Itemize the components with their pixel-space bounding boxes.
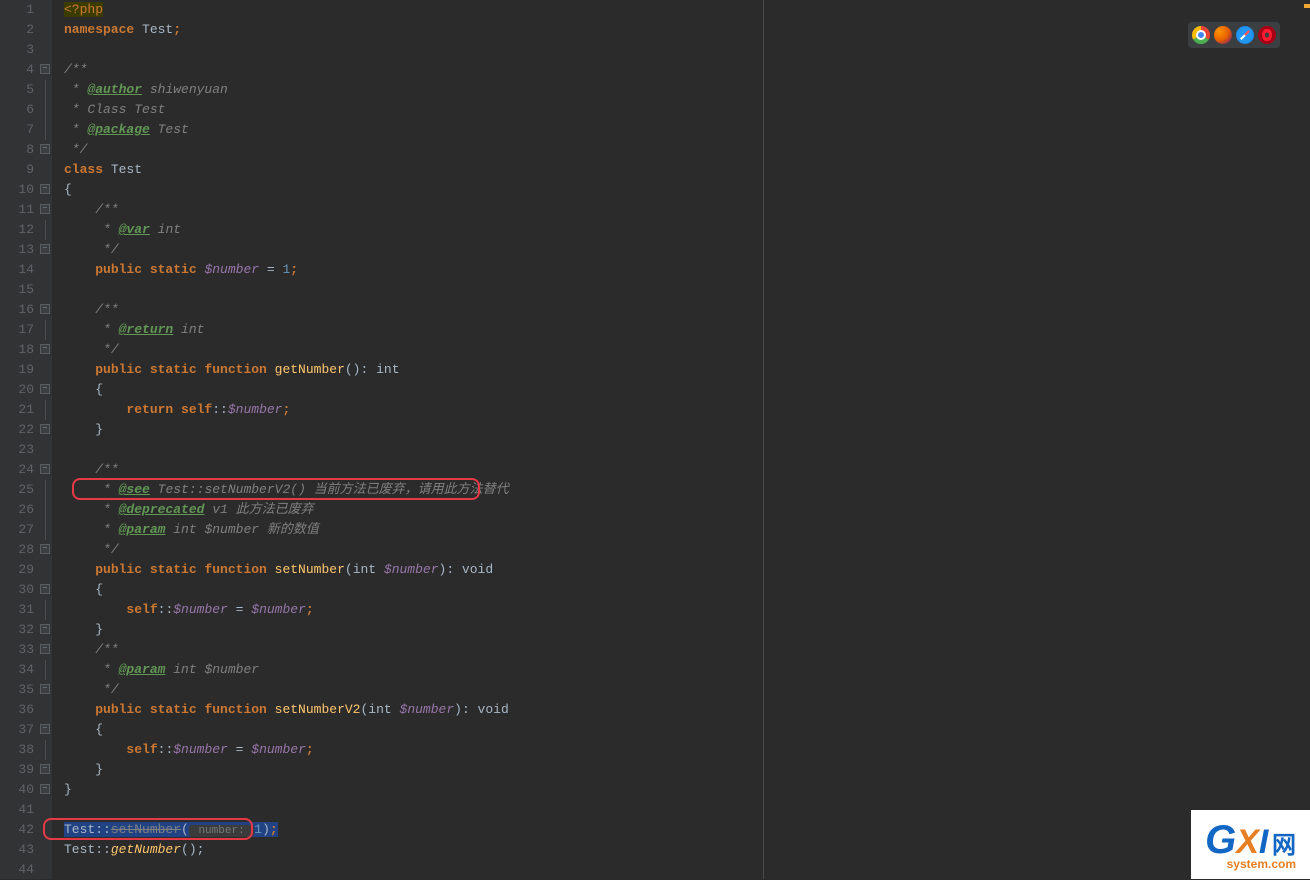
fold-icon[interactable]: − [40, 304, 50, 314]
opera-icon[interactable] [1258, 26, 1276, 44]
fold-icon[interactable]: − [40, 464, 50, 474]
code-line[interactable]: public static $number = 1; [64, 260, 763, 280]
code-line[interactable]: } [64, 420, 763, 440]
code-line[interactable]: { [64, 180, 763, 200]
code-line[interactable]: <?php [64, 0, 763, 20]
code-line[interactable] [64, 280, 763, 300]
code-line[interactable]: public static function setNumberV2(int $… [64, 700, 763, 720]
code-line[interactable]: public static function setNumber(int $nu… [64, 560, 763, 580]
code-line[interactable] [64, 800, 763, 820]
code-line[interactable]: * @return int [64, 320, 763, 340]
code-line[interactable]: Test::setNumber( number: 1); [64, 820, 763, 840]
code-line[interactable]: self::$number = $number; [64, 600, 763, 620]
code-line[interactable]: /** [64, 460, 763, 480]
code-line[interactable]: /** [64, 60, 763, 80]
code-line[interactable]: /** [64, 300, 763, 320]
code-line[interactable]: * @var int [64, 220, 763, 240]
code-line[interactable]: namespace Test; [64, 20, 763, 40]
minimap-warning-marker[interactable] [1304, 4, 1310, 8]
code-line[interactable]: Test::getNumber(); [64, 840, 763, 860]
fold-icon[interactable]: − [40, 64, 50, 74]
line-gutter: 1 2 3 4− 5 6 7 8− 9 10− 11− 12 13− 14 15… [0, 0, 52, 879]
fold-icon[interactable]: − [40, 644, 50, 654]
code-line[interactable]: } [64, 760, 763, 780]
code-line[interactable]: */ [64, 140, 763, 160]
code-area[interactable]: <?php namespace Test; /** * @author shiw… [52, 0, 1310, 879]
code-line[interactable]: * Class Test [64, 100, 763, 120]
code-line[interactable]: { [64, 380, 763, 400]
code-line[interactable] [64, 860, 763, 880]
code-line[interactable] [64, 440, 763, 460]
safari-icon[interactable] [1236, 26, 1254, 44]
code-line[interactable]: self::$number = $number; [64, 740, 763, 760]
fold-end-icon[interactable]: − [40, 344, 50, 354]
fold-icon[interactable]: − [40, 584, 50, 594]
code-line[interactable]: /** [64, 640, 763, 660]
code-line[interactable]: { [64, 580, 763, 600]
fold-icon[interactable]: − [40, 384, 50, 394]
code-line[interactable]: * @deprecated v1 此方法已废弃 [64, 500, 763, 520]
code-line[interactable]: * @see Test::setNumberV2() 当前方法已废弃，请用此方法… [64, 480, 763, 500]
fold-end-icon[interactable]: − [40, 424, 50, 434]
code-line[interactable]: * @param int $number 新的数值 [64, 520, 763, 540]
code-line[interactable]: */ [64, 340, 763, 360]
code-line[interactable]: return self::$number; [64, 400, 763, 420]
code-line[interactable]: * @package Test [64, 120, 763, 140]
fold-end-icon[interactable]: − [40, 144, 50, 154]
fold-icon[interactable]: − [40, 204, 50, 214]
fold-end-icon[interactable]: − [40, 684, 50, 694]
code-line[interactable]: */ [64, 540, 763, 560]
code-line[interactable]: } [64, 780, 763, 800]
fold-end-icon[interactable]: − [40, 764, 50, 774]
code-line[interactable]: /** [64, 200, 763, 220]
fold-end-icon[interactable]: − [40, 784, 50, 794]
site-watermark: GXI 网 system.com [1191, 810, 1310, 879]
code-line[interactable]: * @param int $number [64, 660, 763, 680]
gutter-row: 1 [0, 0, 52, 20]
code-line[interactable] [64, 40, 763, 60]
fold-icon[interactable]: − [40, 184, 50, 194]
code-line[interactable]: * @author shiwenyuan [64, 80, 763, 100]
browser-preview-toolbar [1188, 22, 1280, 48]
chrome-icon[interactable] [1192, 26, 1210, 44]
code-line[interactable]: } [64, 620, 763, 640]
code-editor: 1 2 3 4− 5 6 7 8− 9 10− 11− 12 13− 14 15… [0, 0, 1310, 879]
code-line[interactable]: */ [64, 240, 763, 260]
firefox-icon[interactable] [1214, 26, 1232, 44]
fold-end-icon[interactable]: − [40, 544, 50, 554]
code-line[interactable]: class Test [64, 160, 763, 180]
fold-end-icon[interactable]: − [40, 244, 50, 254]
code-line[interactable]: public static function getNumber(): int [64, 360, 763, 380]
fold-end-icon[interactable]: − [40, 624, 50, 634]
code-line[interactable]: { [64, 720, 763, 740]
code-line[interactable]: */ [64, 680, 763, 700]
fold-icon[interactable]: − [40, 724, 50, 734]
